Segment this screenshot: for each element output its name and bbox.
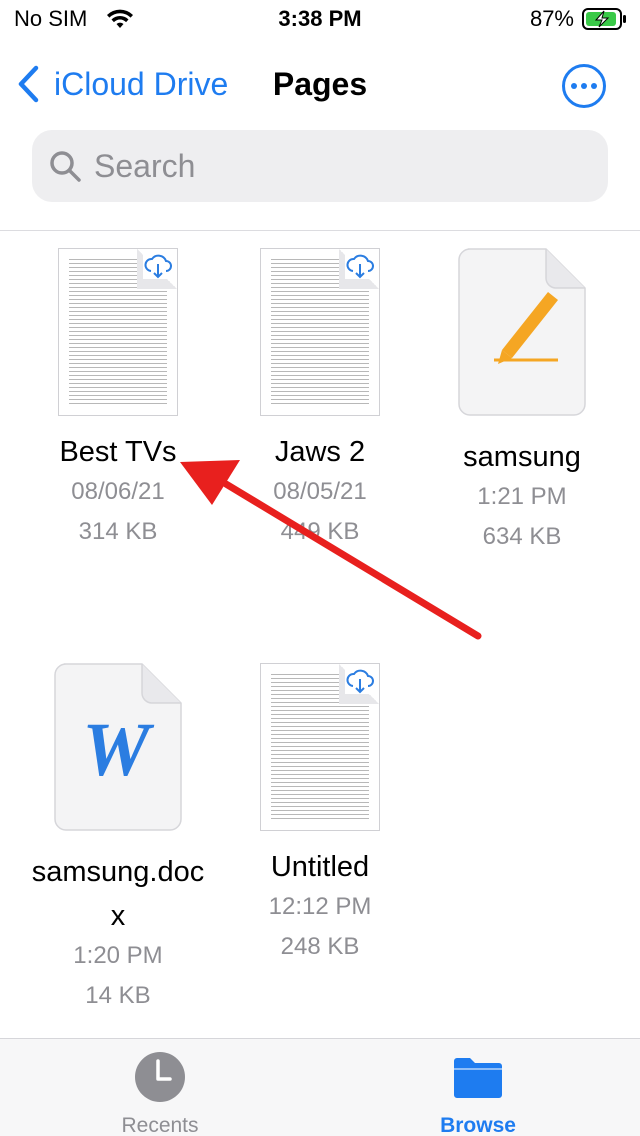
clock-icon: [135, 1052, 185, 1102]
file-item-untitled[interactable]: Untitled 12:12 PM 248 KB: [220, 663, 420, 967]
file-date: 08/06/21: [71, 478, 165, 505]
tab-bar: Recents Browse: [0, 1038, 640, 1136]
document-thumbnail: [260, 663, 380, 831]
file-size: 14 KB: [85, 982, 151, 1009]
tab-recents[interactable]: Recents: [80, 1051, 240, 1136]
svg-text:W: W: [82, 708, 155, 792]
file-name-line-1: samsung.doc: [31, 856, 205, 888]
tab-label: Browse: [440, 1114, 516, 1136]
file-item-best-tvs[interactable]: Best TVs 08/06/21 314 KB: [18, 248, 218, 552]
cloud-download-icon: [345, 668, 375, 694]
battery-percentage: 87%: [529, 6, 574, 31]
cloud-download-icon: [345, 253, 375, 279]
status-bar: No SIM 3:38 PM 87%: [0, 0, 640, 40]
file-item-jaws-2[interactable]: Jaws 2 08/05/21 449 KB: [220, 248, 420, 552]
document-thumbnail: [58, 248, 178, 416]
file-name: Untitled: [270, 851, 370, 883]
file-size: 248 KB: [280, 933, 360, 960]
file-name-line-2: x: [110, 900, 126, 932]
folder-icon: [454, 1058, 502, 1098]
tab-label: Recents: [121, 1114, 199, 1136]
battery-charging-icon: [582, 8, 626, 30]
tab-browse[interactable]: Browse: [398, 1051, 558, 1136]
word-document-icon: W: [54, 663, 182, 831]
search-bar[interactable]: [32, 130, 608, 202]
pages-document-icon: [458, 248, 586, 416]
ellipsis-dot: [571, 83, 577, 89]
file-size: 634 KB: [482, 523, 562, 550]
file-date: 08/05/21: [273, 478, 367, 505]
file-name: Jaws 2: [274, 436, 366, 468]
navigation-bar: iCloud Drive Pages: [0, 56, 640, 116]
file-item-samsung[interactable]: samsung 1:21 PM 634 KB: [422, 248, 622, 557]
file-item-samsung-docx[interactable]: W samsung.doc x 1:20 PM 14 KB: [18, 663, 218, 1016]
search-icon: [50, 151, 81, 182]
ellipsis-dot: [581, 83, 587, 89]
file-name: Best TVs: [59, 436, 177, 468]
cloud-download-icon: [143, 253, 173, 279]
more-options-button[interactable]: [562, 64, 606, 108]
file-name: samsung: [463, 441, 581, 473]
file-size: 314 KB: [78, 518, 158, 545]
file-size: 449 KB: [280, 518, 360, 545]
search-input[interactable]: [94, 147, 554, 185]
file-date: 1:20 PM: [73, 942, 163, 969]
ellipsis-dot: [591, 83, 597, 89]
file-date: 12:12 PM: [268, 893, 372, 920]
document-thumbnail: [260, 248, 380, 416]
page-title: Pages: [272, 66, 368, 102]
divider: [0, 230, 640, 231]
file-date: 1:21 PM: [477, 483, 567, 510]
